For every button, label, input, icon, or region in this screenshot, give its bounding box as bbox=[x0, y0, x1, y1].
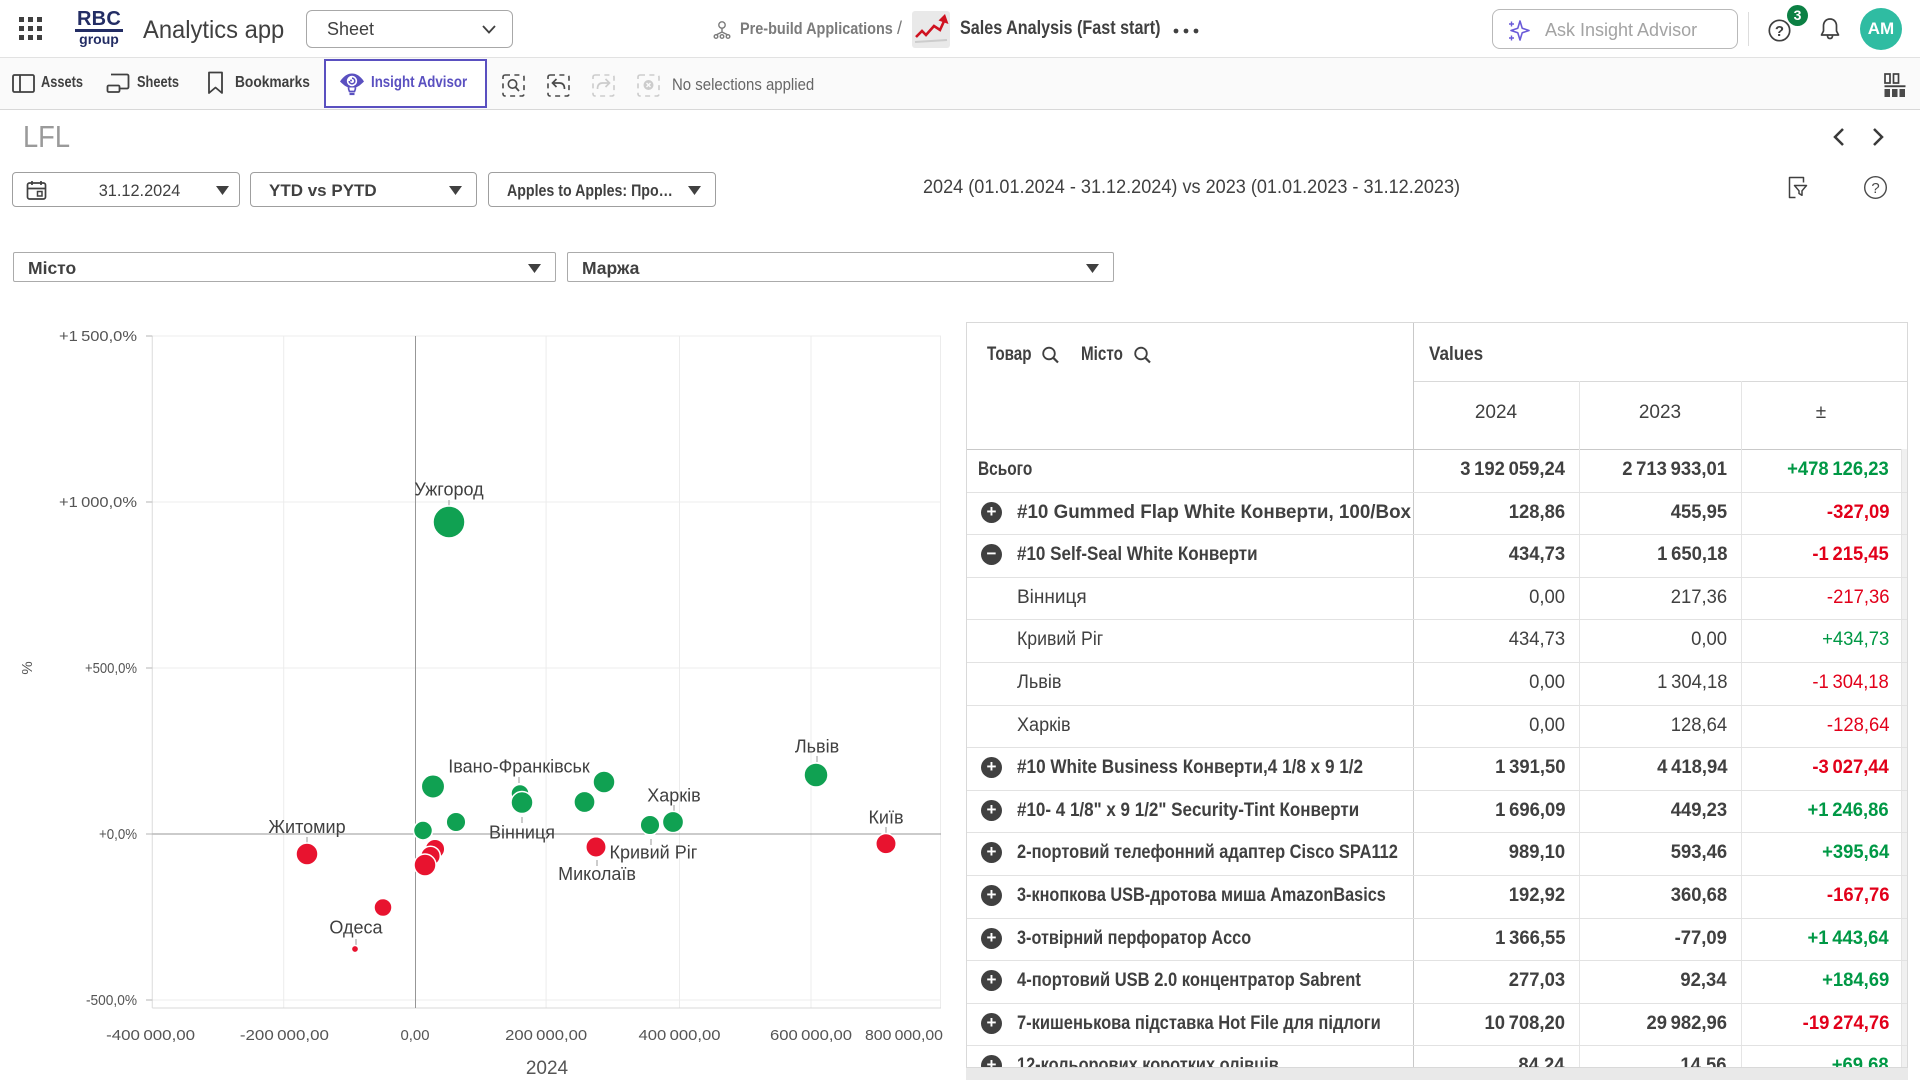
svg-text:+500,0%: +500,0% bbox=[85, 660, 137, 677]
svg-text:600 000,00: 600 000,00 bbox=[770, 1027, 852, 1044]
svg-text:Кривий Ріг: Кривий Ріг bbox=[610, 843, 698, 863]
svg-text:Миколаїв: Миколаїв bbox=[558, 864, 636, 884]
svg-text:Вінниця: Вінниця bbox=[489, 823, 555, 843]
svg-text:+1 500,0%: +1 500,0% bbox=[59, 328, 137, 345]
svg-text:+0,0%: +0,0% bbox=[99, 826, 137, 843]
svg-text:Івано-Франківськ: Івано-Франківськ bbox=[448, 757, 590, 777]
svg-text:?: ? bbox=[1775, 23, 1784, 40]
svg-text:-500,0%: -500,0% bbox=[86, 992, 137, 1009]
svg-text:Ужгород: Ужгород bbox=[414, 480, 484, 500]
svg-text:200 000,00: 200 000,00 bbox=[505, 1027, 587, 1044]
svg-text:Одеса: Одеса bbox=[329, 918, 383, 938]
svg-text:Житомир: Житомир bbox=[268, 817, 345, 837]
svg-text:Київ: Київ bbox=[868, 808, 903, 828]
svg-text:2024: 2024 bbox=[526, 1058, 569, 1079]
svg-text:Харків: Харків bbox=[647, 786, 700, 806]
svg-text:400 000,00: 400 000,00 bbox=[639, 1027, 721, 1044]
svg-text:0,00: 0,00 bbox=[401, 1027, 430, 1044]
svg-text:?: ? bbox=[1871, 180, 1879, 197]
svg-text:-400 000,00: -400 000,00 bbox=[106, 1027, 195, 1044]
svg-text:800 000,00: 800 000,00 bbox=[865, 1027, 943, 1044]
svg-text:Львів: Львів bbox=[795, 737, 839, 757]
svg-text:%: % bbox=[19, 661, 36, 674]
svg-text:+1 000,0%: +1 000,0% bbox=[59, 494, 137, 511]
svg-text:-200 000,00: -200 000,00 bbox=[240, 1027, 329, 1044]
